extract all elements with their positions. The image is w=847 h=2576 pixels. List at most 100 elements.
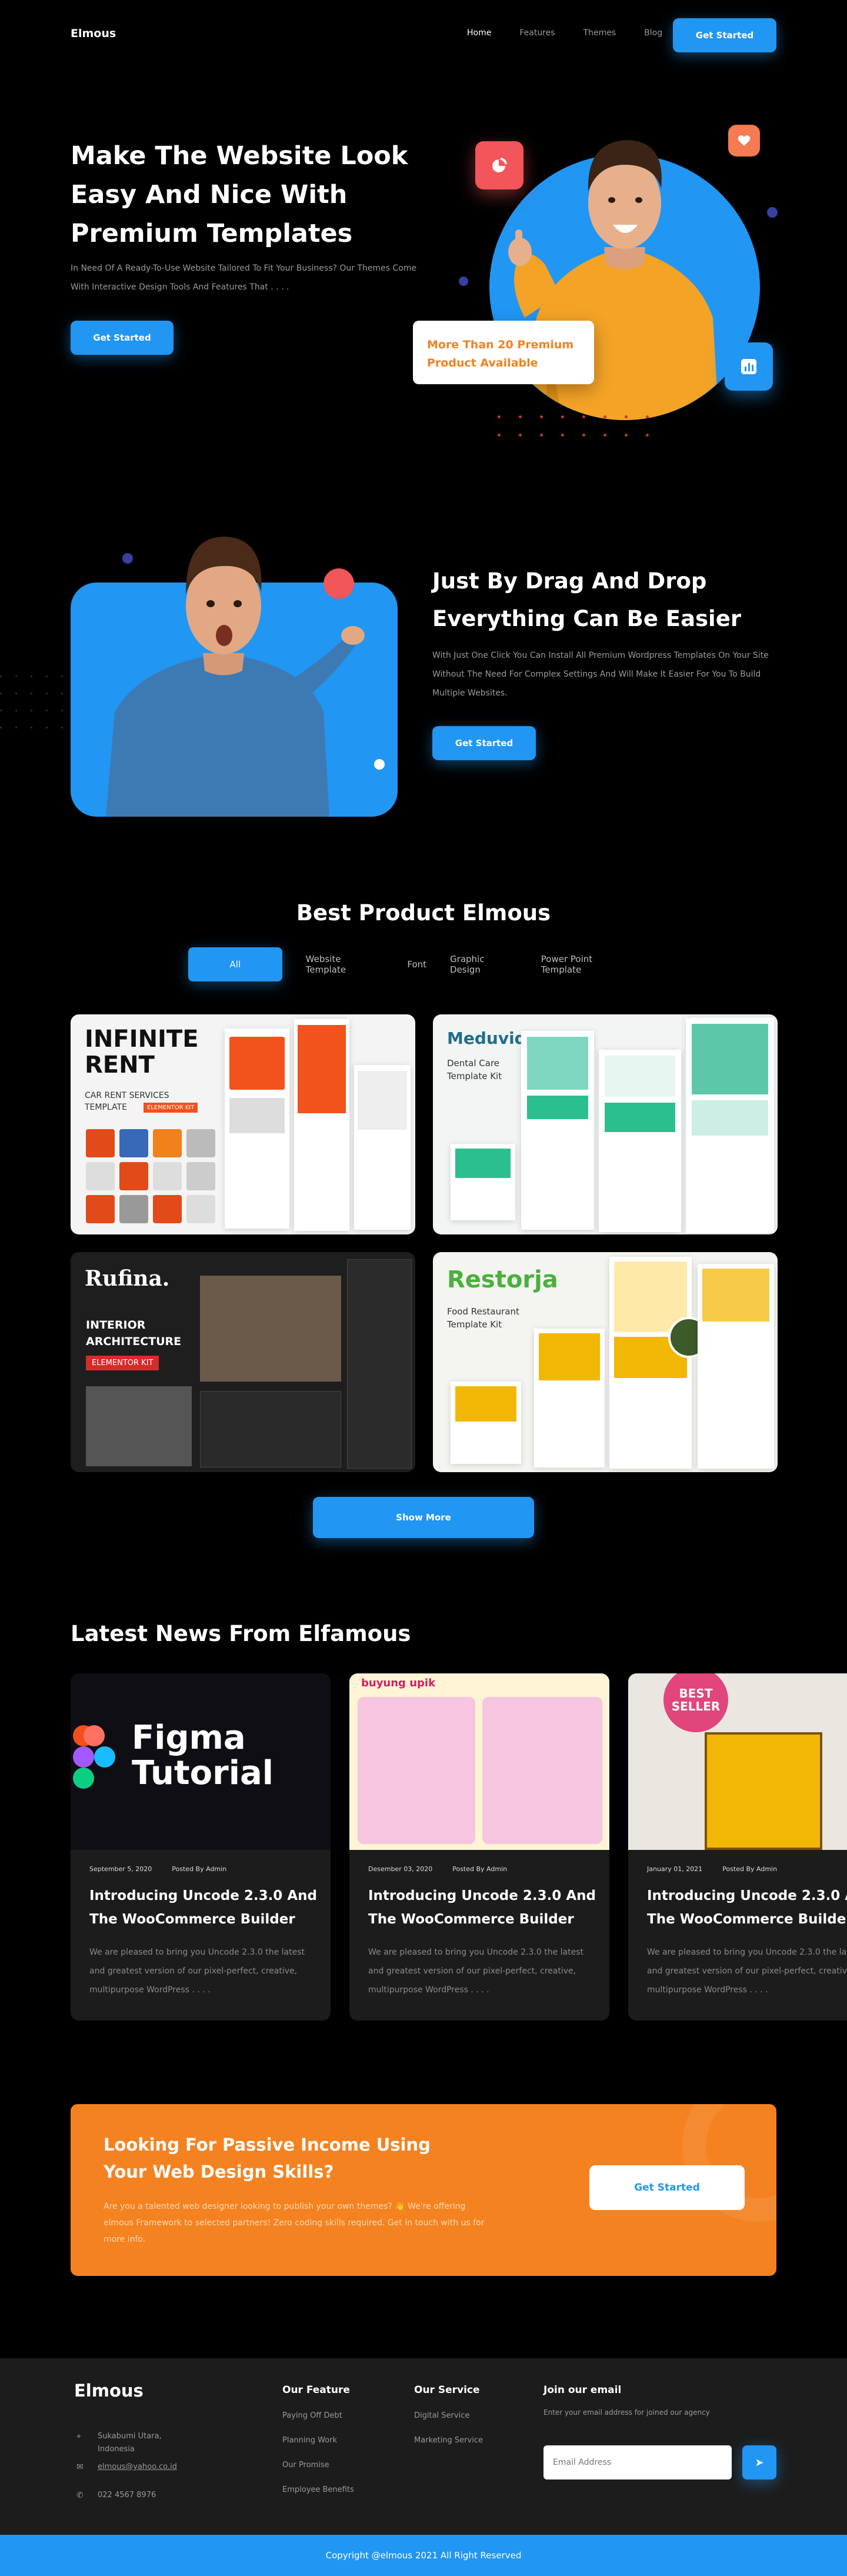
banner-text: Are you a talented web designer looking … [104,2202,485,2244]
footer-link[interactable]: Paying Off Debt [282,2411,354,2420]
news-date: September 5, 2020 [89,1865,152,1873]
footer-logo[interactable]: Elmous [74,2381,144,2401]
thumbnail-text: buyung upik [361,1677,436,1689]
news-card[interactable]: buyung upik Desember 03, 2020 Posted By A… [349,1673,609,2021]
footer-col-newsletter: Join our email Enter your email address … [543,2384,720,2418]
product-tagline: Dental Care Template Kit [447,1058,502,1081]
figma-logo-icon [73,1725,115,1789]
news-excerpt: We are pleased to bring you Uncode 2.3.0… [647,1948,847,1995]
news-thumbnail: buyung upik [349,1673,609,1850]
news-card-title[interactable]: Introducing Uncode 2.3.0 And The WooComm… [368,1884,598,1931]
template-preview [347,1259,412,1469]
nav-get-started-button[interactable]: Get Started [673,18,776,52]
product-card-rufina[interactable]: Rufina. INTERIOR ARCHITECTURE ELEMENTOR … [71,1252,415,1472]
product-filters: All Website Template Font Graphic Design… [188,947,659,981]
news-meta: January 01, 2021 Posted By Admin [647,1865,777,1873]
bar-chart-icon [725,342,773,391]
filter-website-template[interactable]: Website Template [306,947,384,981]
filter-graphic-design[interactable]: Graphic Design [450,947,518,981]
feature-subtitle: With Just One Click You Can Install All … [432,651,769,698]
template-preview [698,1264,774,1469]
nav-link-blog[interactable]: Blog [644,28,662,38]
product-tagline: INTERIOR ARCHITECTURE [86,1319,182,1348]
template-preview [451,1382,521,1464]
news-thumbnail: BEST SELLER [628,1673,847,1850]
hero-subtitle: In Need Of A Ready-To-Use Website Tailor… [71,264,417,292]
banner-title: Looking For Passive Income Using Your We… [104,2135,431,2182]
footer-link[interactable]: Marketing Service [414,2436,483,2445]
location-pin-icon: ⌖ [76,2432,81,2441]
best-seller-badge: BEST SELLER [663,1673,728,1732]
nav-link-home[interactable]: Home [467,28,491,38]
footer-col-service: Our Service Digital Service Marketing Se… [414,2384,483,2461]
feature-title: Just By Drag And Drop Everything Can Be … [432,568,742,631]
product-name: Meduvid [447,1029,526,1048]
send-icon: ➤ [755,2456,764,2469]
room-photo [86,1386,192,1466]
news-thumbnail: Figma Tutorial [71,1673,331,1850]
news-card-title[interactable]: Introducing Uncode 2.3.0 And The WooComm… [89,1884,319,1931]
pie-chart-icon [475,141,523,189]
page: Elmous Home Features Themes Blog Get Sta… [0,0,847,2576]
footer-link[interactable]: Digital Service [414,2411,483,2420]
template-preview [294,1019,349,1231]
footer-link[interactable]: Employee Benefits [282,2485,354,2494]
mail-icon: ✉ [76,2462,84,2472]
copyright-text: Copyright @elmous 2021 All Right Reserve… [325,2550,522,2561]
nav-link-features[interactable]: Features [519,28,555,38]
product-tagline: Food Restaurant Template Kit [447,1306,519,1330]
copyright-bar: Copyright @elmous 2021 All Right Reserve… [0,2535,847,2576]
template-preview [354,1065,411,1230]
news-date: Desember 03, 2020 [368,1865,433,1873]
dot-grid-decoration [498,415,649,437]
premium-badge-card: More Than 20 Premium Product Available [413,321,594,384]
footer-link[interactable]: Planning Work [282,2436,354,2445]
news-card[interactable]: BEST SELLER January 01, 2021 Posted By Ad… [628,1673,847,2021]
news-card-title[interactable]: Introducing Uncode 2.3.0 And The WooComm… [647,1884,847,1931]
footer-col-title: Our Feature [282,2384,350,2396]
news-title: Latest News From Elfamous [71,1621,411,1646]
template-preview [609,1257,692,1469]
snack-pack-image [482,1697,602,1844]
news-author: Posted By Admin [722,1865,778,1873]
template-preview [534,1329,605,1467]
footer-email[interactable]: ✉ elmous@yahoo.co.id [76,2461,177,2474]
product-card-restorja[interactable]: Restorja Food Restaurant Template Kit [433,1252,778,1472]
product-box-image [705,1732,822,1850]
product-card-meduvid[interactable]: Meduvid Dental Care Template Kit [433,1014,778,1234]
product-card-infinite-rent[interactable]: INFINITE RENT CAR RENT SERVICES TEMPLATE… [71,1014,415,1234]
footer-link[interactable]: Our Promise [282,2461,354,2470]
template-preview [200,1391,341,1467]
hero-get-started-button[interactable]: Get Started [71,321,174,355]
logo[interactable]: Elmous [71,27,116,40]
template-preview [451,1144,515,1220]
decor-dot [324,568,354,599]
room-photo [200,1276,341,1382]
news-excerpt: We are pleased to bring you Uncode 2.3.0… [368,1948,583,1995]
banner-get-started-button[interactable]: Get Started [589,2165,745,2210]
car-gallery [86,1129,215,1223]
newsletter-email-input[interactable] [543,2445,732,2480]
hero-title: Make The Website Look Easy And Nice With… [71,141,408,248]
newsletter-submit-button[interactable]: ➤ [742,2445,776,2480]
feature-get-started-button[interactable]: Get Started [432,726,536,760]
news-card[interactable]: Figma Tutorial September 5, 2020 Posted B… [71,1673,331,2021]
newsletter-text: Enter your email address for joined our … [543,2408,710,2417]
filter-power-point-template[interactable]: Power Point Template [541,947,635,981]
nav-link-themes[interactable]: Themes [583,28,616,38]
news-meta: Desember 03, 2020 Posted By Admin [368,1865,507,1873]
footer-address: ⌖ Sukabumi Utara, Indonesia [76,2430,180,2456]
news-author: Posted By Admin [172,1865,227,1873]
news-excerpt: We are pleased to bring you Uncode 2.3.0… [89,1948,305,1995]
top-nav: Elmous Home Features Themes Blog Get Sta… [0,0,847,71]
filter-all[interactable]: All [188,947,282,981]
show-more-button[interactable]: Show More [313,1497,534,1538]
filter-font[interactable]: Font [407,947,426,981]
thumbnail-text: Figma Tutorial [132,1719,274,1792]
footer-col-feature: Our Feature Paying Off Debt Planning Wor… [282,2384,354,2510]
footer-phone: ✆ 022 4567 8976 [76,2489,156,2502]
news-author: Posted By Admin [452,1865,508,1873]
product-kit-label: ELEMENTOR KIT [86,1356,159,1370]
product-kit-label: ELEMENTOR KIT [144,1103,198,1113]
template-preview [521,1031,594,1230]
